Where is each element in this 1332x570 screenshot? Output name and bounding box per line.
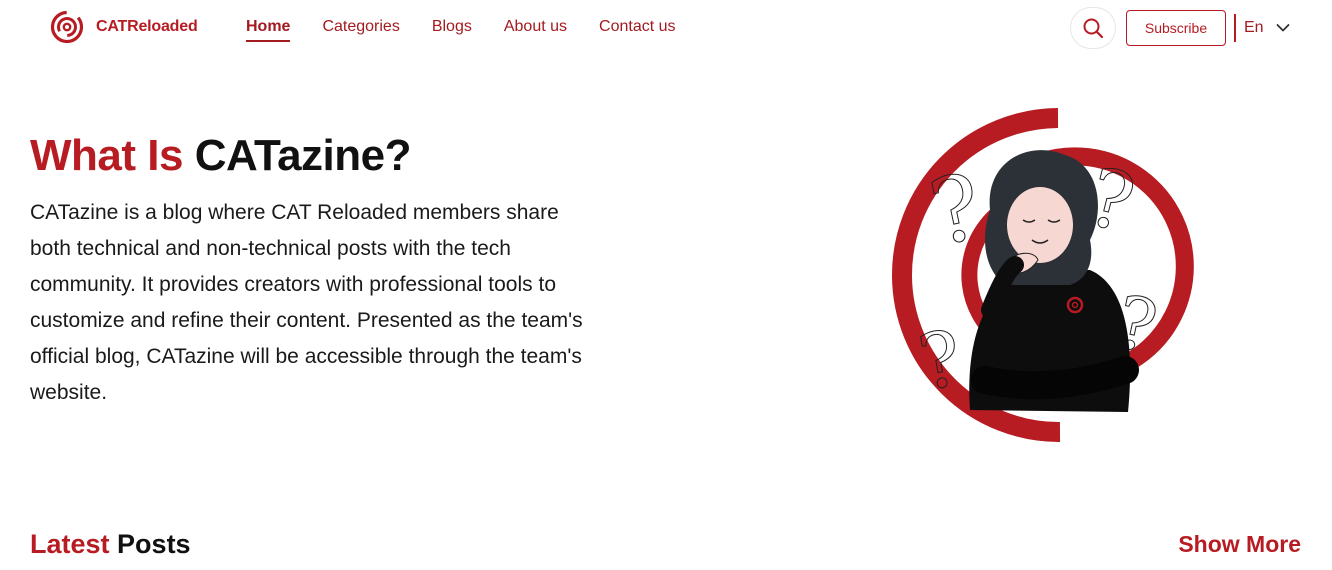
language-label: En (1244, 19, 1264, 36)
main-nav: Home Categories Blogs About us Contact u… (246, 18, 676, 42)
hero-title-dark: CATazine? (194, 131, 412, 180)
nav-blogs[interactable]: Blogs (432, 18, 472, 42)
nav-about-us[interactable]: About us (504, 18, 567, 42)
latest-posts-title: Latest Posts (30, 524, 191, 564)
chevron-down-icon (1276, 24, 1289, 32)
nav-home[interactable]: Home (246, 18, 291, 42)
nav-contact-us[interactable]: Contact us (599, 18, 675, 42)
thinking-woman-illustration: ? ? ? ? (892, 108, 1194, 443)
logo-icon (50, 10, 84, 44)
site-logo[interactable]: CATReloaded (50, 10, 198, 44)
nav-categories[interactable]: Categories (322, 18, 399, 42)
latest-posts-title-dark: Posts (117, 529, 191, 559)
search-icon (1083, 18, 1104, 39)
hero-title-accent: What Is (30, 131, 183, 180)
latest-posts-title-accent: Latest (30, 529, 110, 559)
hero-title: What Is CATazine? (30, 128, 412, 184)
subscribe-button[interactable]: Subscribe (1126, 10, 1226, 46)
hero-description: CATazine is a blog where CAT Reloaded me… (30, 201, 583, 404)
show-more-link[interactable]: Show More (1178, 524, 1301, 564)
language-selector[interactable]: En (1234, 14, 1290, 42)
svg-text:?: ? (912, 313, 968, 408)
logo-text: CATReloaded (96, 18, 198, 35)
svg-text:?: ? (922, 154, 991, 267)
search-button[interactable] (1070, 7, 1116, 49)
